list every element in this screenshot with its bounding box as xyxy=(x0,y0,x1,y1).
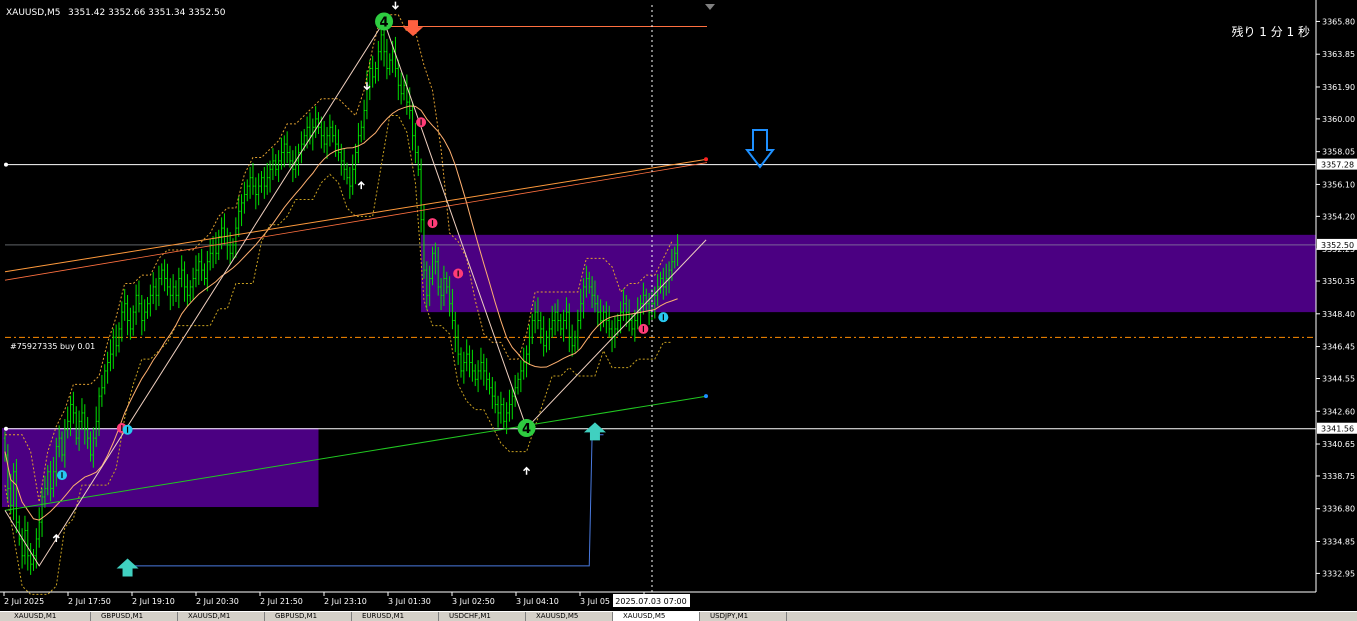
y-tick-label: 3336.80 xyxy=(1322,505,1355,514)
horizontal-line-handle[interactable] xyxy=(4,162,8,167)
order-label: #75927335 buy 0.01 xyxy=(10,342,95,351)
y-tick-label: 3360.00 xyxy=(1322,115,1355,124)
y-tick-label: 3342.60 xyxy=(1322,407,1355,416)
line-end-dot xyxy=(704,157,708,162)
y-tick-label: 3332.95 xyxy=(1322,569,1355,578)
zone-rect-1 xyxy=(420,234,1316,313)
y-tick-label: 3346.45 xyxy=(1322,343,1355,352)
y-tick-label: 3361.90 xyxy=(1322,83,1355,92)
x-tick-label: 3 Jul 01:30 xyxy=(388,597,431,606)
y-tick-label: 3348.40 xyxy=(1322,310,1355,319)
y-tick-label: 3354.20 xyxy=(1322,212,1355,221)
price-tag-label: 3341.56 xyxy=(1321,425,1354,434)
wave-label-text: 4 xyxy=(380,15,389,30)
y-tick-label: 3356.10 xyxy=(1322,180,1355,189)
x-tick-label: 2 Jul 2025 xyxy=(4,597,44,606)
price-tag-label: 3352.50 xyxy=(1321,241,1354,250)
x-tick-label: 3 Jul 02:50 xyxy=(452,597,495,606)
y-tick-label: 3363.85 xyxy=(1322,50,1355,59)
x-tick-label: 2 Jul 20:30 xyxy=(196,597,239,606)
y-tick-label: 3350.35 xyxy=(1322,277,1355,286)
y-tick-label: 3334.85 xyxy=(1322,537,1355,546)
crosshair-time-label: 2025.07.03 07:00 xyxy=(615,597,686,606)
y-tick-label: 3338.75 xyxy=(1322,472,1355,481)
symbol-label: XAUUSD,M5 xyxy=(6,8,61,18)
x-tick-label: 2 Jul 23:10 xyxy=(324,597,367,606)
y-tick-label: 3365.80 xyxy=(1322,17,1355,26)
bar-timer-label: 残り 1 分 1 秒 xyxy=(1231,25,1310,39)
x-tick-label: 2 Jul 21:50 xyxy=(260,597,303,606)
y-tick-label: 3340.65 xyxy=(1322,440,1355,449)
x-tick-label: 2 Jul 19:10 xyxy=(132,597,175,606)
x-tick-label: 3 Jul 05 xyxy=(580,597,610,606)
y-tick-label: 3358.05 xyxy=(1322,148,1355,157)
y-tick-label: 3344.55 xyxy=(1322,374,1355,383)
x-tick-label: 2 Jul 17:50 xyxy=(68,597,111,606)
price-tag-label: 3357.28 xyxy=(1321,161,1354,170)
wave-label-text: 4 xyxy=(522,422,531,437)
x-tick-label: 3 Jul 04:10 xyxy=(516,597,559,606)
horizontal-line-handle[interactable] xyxy=(4,426,8,431)
ohlc-label: 3351.42 3352.66 3351.34 3352.50 xyxy=(68,8,226,18)
price-chart[interactable]: 4 4 3365.80 3363.85 3361.90 3360.00 3358.05 33… xyxy=(0,0,1357,611)
line-end-dot xyxy=(704,394,708,399)
